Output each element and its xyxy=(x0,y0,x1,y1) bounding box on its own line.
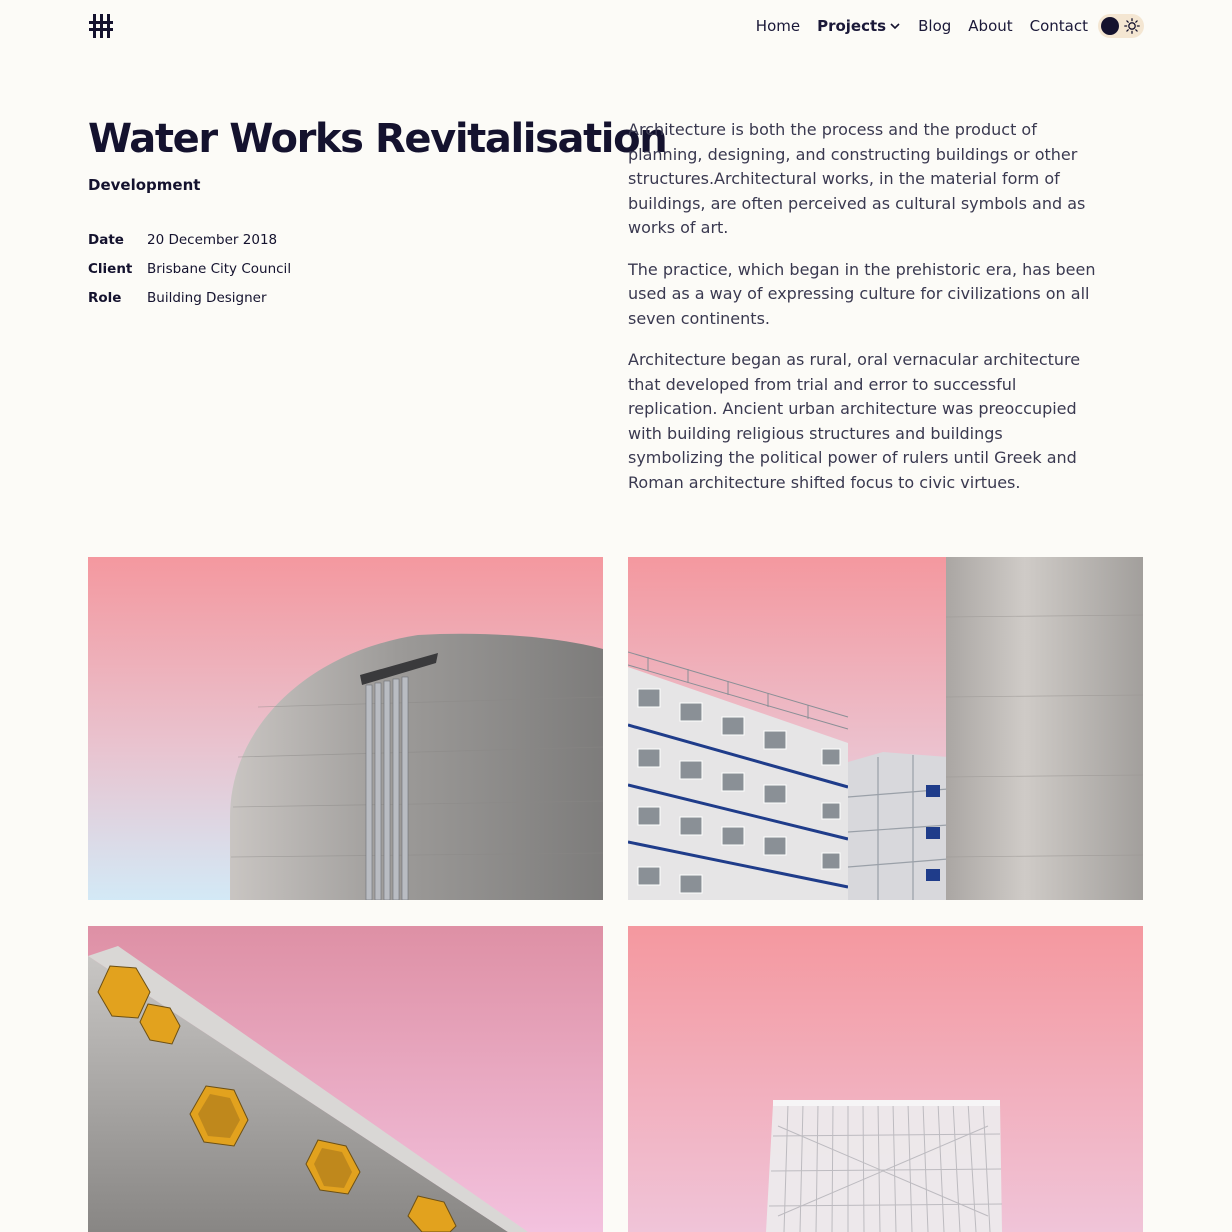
meta-row-client: Client Brisbane City Council xyxy=(88,261,291,290)
meta-value: 20 December 2018 xyxy=(147,232,278,248)
description-paragraph: The practice, which began in the prehist… xyxy=(628,259,1096,328)
description-paragraph: Architecture began as rural, oral vernac… xyxy=(628,350,1081,492)
gallery-image-silo[interactable] xyxy=(88,557,603,900)
meta-row-role: Role Building Designer xyxy=(88,290,291,319)
meta-row-date: Date 20 December 2018 xyxy=(88,232,291,261)
hash-logo-icon[interactable] xyxy=(88,13,114,39)
project-category: Development xyxy=(88,176,201,194)
main-nav: Home Projects Blog About Contact xyxy=(756,12,1144,40)
description-paragraph: Architecture is both the process and the… xyxy=(628,120,1086,237)
moon-dot-icon xyxy=(1101,17,1119,35)
nav-projects-label[interactable]: Projects xyxy=(817,12,886,40)
nav-home[interactable]: Home xyxy=(756,12,800,40)
meta-key: Date xyxy=(88,232,124,248)
theme-toggle[interactable] xyxy=(1098,14,1144,38)
sun-icon xyxy=(1124,18,1140,34)
nav-blog[interactable]: Blog xyxy=(918,12,951,40)
meta-value: Brisbane City Council xyxy=(147,261,292,277)
page-title: Water Works Revitalisation xyxy=(88,116,668,162)
meta-key: Role xyxy=(88,290,122,306)
nav-about[interactable]: About xyxy=(968,12,1012,40)
gallery-image-lattice-structure[interactable] xyxy=(628,926,1143,1232)
site-header: Home Projects Blog About Contact xyxy=(0,0,1232,52)
project-meta: Date 20 December 2018 Client Brisbane Ci… xyxy=(88,232,291,319)
chevron-down-icon[interactable] xyxy=(889,20,901,32)
project-description: Architecture is both the process and the… xyxy=(628,118,1098,512)
nav-contact[interactable]: Contact xyxy=(1030,12,1088,40)
meta-value: Building Designer xyxy=(147,290,267,306)
nav-projects[interactable]: Projects xyxy=(817,12,901,40)
gallery-image-modular-building[interactable] xyxy=(628,557,1143,900)
gallery-image-hex-tube[interactable] xyxy=(88,926,603,1232)
meta-key: Client xyxy=(88,261,133,277)
